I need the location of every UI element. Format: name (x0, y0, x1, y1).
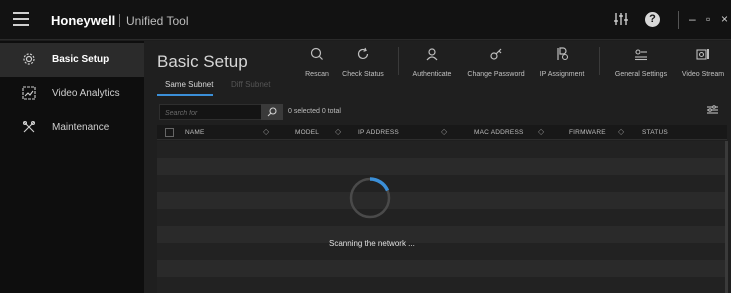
loading-spinner (348, 176, 392, 220)
tab-same-subnet[interactable]: Same Subnet (165, 80, 213, 89)
menu-icon[interactable] (13, 12, 29, 26)
column-header-firmware[interactable]: FIRMWARE (569, 129, 606, 136)
maximize-icon[interactable]: ▫ (706, 12, 710, 26)
sort-icon[interactable]: ◇ (441, 127, 447, 136)
page-title: Basic Setup (157, 52, 248, 71)
ip-assign-icon (536, 47, 588, 67)
search-input[interactable] (165, 108, 265, 118)
key-icon (465, 47, 527, 67)
column-header-name[interactable]: NAME (185, 129, 205, 136)
sliders-icon[interactable] (613, 11, 629, 31)
refresh-icon (340, 47, 386, 67)
table-header: NAME ◇ MODEL ◇ IP ADDRESS ◇ MAC ADDRESS … (157, 125, 727, 140)
video-stream-label: Video Stream (681, 71, 725, 78)
user-icon (407, 47, 457, 67)
table-row (157, 277, 725, 293)
sidebar-item-label: Maintenance (52, 122, 110, 133)
search-field[interactable] (159, 104, 276, 120)
main-panel: Basic Setup Rescan Check Status Authenti… (144, 41, 731, 293)
table-scrollbar[interactable] (725, 141, 728, 293)
app-title: Unified Tool (126, 14, 189, 28)
rescan-button[interactable]: Rescan (302, 47, 332, 78)
sidebar-item-label: Video Analytics (52, 88, 120, 99)
select-all-checkbox[interactable] (165, 128, 174, 137)
sort-icon[interactable]: ◇ (263, 127, 269, 136)
table-row (157, 226, 725, 243)
ip-assignment-button[interactable]: IP Assignment (536, 47, 588, 78)
sidebar-item-video-analytics[interactable]: Video Analytics (0, 77, 144, 111)
settings-icon (611, 47, 671, 67)
column-header-status[interactable]: STATUS (642, 129, 668, 136)
table-row (157, 158, 725, 175)
toolbar-divider (599, 47, 600, 75)
column-header-ip-address[interactable]: IP ADDRESS (358, 129, 399, 136)
sidebar: Basic Setup Video Analytics Maintenance (0, 41, 144, 293)
help-icon[interactable]: ? (645, 12, 660, 27)
authenticate-label: Authenticate (412, 71, 452, 78)
tools-icon (22, 120, 36, 134)
rescan-label: Rescan (305, 71, 329, 78)
scanning-status: Scanning the network ... (329, 239, 415, 248)
video-icon (678, 47, 728, 67)
sort-icon[interactable]: ◇ (335, 127, 341, 136)
total-count: 0 total (321, 108, 341, 115)
sort-icon[interactable]: ◇ (618, 127, 624, 136)
tab-diff-subnet[interactable]: Diff Subnet (231, 80, 270, 89)
general-settings-button[interactable]: General Settings (611, 47, 671, 78)
title-bar: Honeywell Unified Tool ? – ▫ × (0, 0, 731, 40)
table-row (157, 175, 725, 192)
selection-count: 0 selected 0 total (288, 108, 341, 115)
brand-divider (119, 14, 120, 27)
search-button[interactable] (261, 104, 283, 120)
ip-assignment-label: IP Assignment (539, 71, 585, 78)
selected-count: 0 selected (288, 108, 320, 115)
toolbar-divider (398, 47, 399, 75)
video-stream-button[interactable]: Video Stream (678, 47, 728, 78)
column-header-model[interactable]: MODEL (295, 129, 319, 136)
brand-logo: Honeywell (51, 13, 116, 28)
search-icon (267, 107, 277, 117)
authenticate-button[interactable]: Authenticate (407, 47, 457, 78)
check-status-button[interactable]: Check Status (340, 47, 386, 78)
filter-icon[interactable] (707, 105, 718, 118)
column-header-mac-address[interactable]: MAC ADDRESS (474, 129, 524, 136)
titlebar-divider (678, 11, 679, 29)
gear-icon (22, 52, 36, 66)
check-status-label: Check Status (342, 71, 384, 78)
general-settings-label: General Settings (614, 71, 668, 78)
sidebar-item-maintenance[interactable]: Maintenance (0, 111, 144, 145)
table-row (157, 260, 725, 277)
table-row (157, 209, 725, 226)
table-row (157, 243, 725, 260)
active-tab-indicator (157, 94, 213, 96)
analytics-icon (22, 86, 36, 100)
change-password-button[interactable]: Change Password (465, 47, 527, 78)
change-password-label: Change Password (467, 71, 525, 78)
minimize-icon[interactable]: – (689, 12, 696, 26)
rescan-icon (302, 47, 332, 67)
sidebar-item-basic-setup[interactable]: Basic Setup (0, 43, 144, 77)
sidebar-item-label: Basic Setup (52, 54, 110, 65)
table-row (157, 141, 725, 158)
close-icon[interactable]: × (721, 12, 728, 26)
table-row (157, 192, 725, 209)
sort-icon[interactable]: ◇ (538, 127, 544, 136)
